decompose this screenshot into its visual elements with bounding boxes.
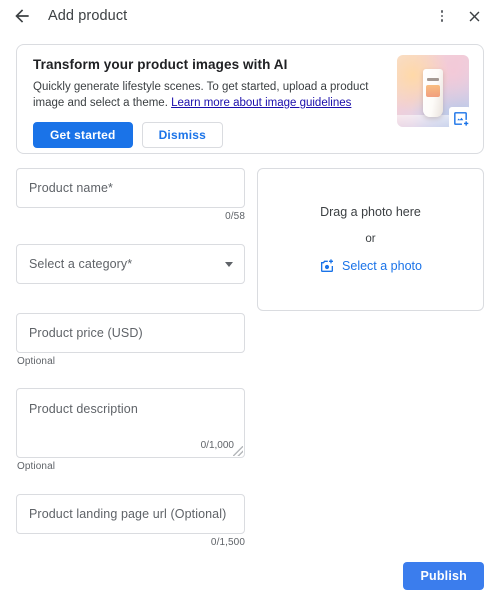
add-photo-badge xyxy=(449,107,471,129)
product-price-input[interactable]: Product price (USD) xyxy=(16,313,245,353)
landing-page-url-placeholder: Product landing page url (Optional) xyxy=(29,507,227,521)
get-started-button[interactable]: Get started xyxy=(33,122,133,148)
product-description-placeholder: Product description xyxy=(29,402,138,416)
dropzone-instruction: Drag a photo here xyxy=(320,205,421,219)
image-guidelines-link[interactable]: Learn more about image guidelines xyxy=(171,97,351,109)
more-vert-icon xyxy=(440,10,444,22)
more-options-button[interactable] xyxy=(428,2,456,30)
promo-content: Transform your product images with AI Qu… xyxy=(17,45,397,148)
close-button[interactable] xyxy=(460,2,488,30)
product-price-placeholder: Product price (USD) xyxy=(29,326,143,340)
dismiss-button[interactable]: Dismiss xyxy=(141,122,223,148)
dialog-footer: Publish xyxy=(0,554,500,600)
add-a-photo-icon xyxy=(321,259,334,272)
promo-actions: Get started Dismiss xyxy=(33,122,397,148)
product-name-counter: 0/58 xyxy=(225,211,245,222)
page-title: Add product xyxy=(48,8,128,24)
landing-page-url-counter: 0/1,500 xyxy=(210,537,245,548)
product-description-input[interactable]: Product description 0/1,000 xyxy=(16,388,245,458)
product-price-helper: Optional xyxy=(17,356,56,367)
product-form: Product name* 0/58 Select a category* Pr… xyxy=(16,168,245,548)
product-description-helper: Optional xyxy=(17,461,56,472)
category-select[interactable]: Select a category* xyxy=(16,244,245,284)
ai-promo-card: Transform your product images with AI Qu… xyxy=(16,44,484,154)
product-tube-illustration xyxy=(423,69,443,117)
textarea-resize-handle[interactable] xyxy=(233,446,243,456)
add-photo-icon xyxy=(453,111,468,126)
photo-dropzone[interactable]: Drag a photo here or Select a photo xyxy=(257,168,484,311)
select-a-photo-label: Select a photo xyxy=(342,259,422,273)
product-name-placeholder: Product name* xyxy=(29,181,113,195)
category-placeholder: Select a category* xyxy=(29,257,133,271)
select-a-photo-button[interactable]: Select a photo xyxy=(319,258,422,274)
product-description-counter: 0/1,000 xyxy=(200,440,234,451)
back-button[interactable] xyxy=(8,2,36,30)
product-name-input[interactable]: Product name* xyxy=(16,168,245,208)
close-icon xyxy=(469,11,479,21)
dialog-header: Add product xyxy=(0,0,500,32)
chevron-down-icon xyxy=(225,262,233,267)
publish-button[interactable]: Publish xyxy=(403,562,484,590)
add-product-dialog: Add product Transform your product image… xyxy=(0,0,500,600)
landing-page-url-input[interactable]: Product landing page url (Optional) xyxy=(16,494,245,534)
promo-description: Quickly generate lifestyle scenes. To ge… xyxy=(33,79,393,111)
dropzone-or-separator: or xyxy=(365,233,376,245)
promo-thumbnail-wrapper xyxy=(397,55,471,129)
promo-title: Transform your product images with AI xyxy=(33,57,288,72)
arrow-left-icon xyxy=(15,9,29,23)
